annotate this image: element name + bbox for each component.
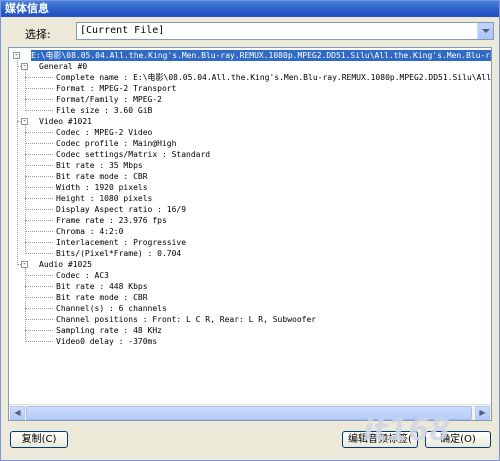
tree-leaf-item[interactable]: Display Aspect ratio : 16/9 bbox=[56, 204, 186, 215]
collapse-toggle-icon[interactable]: - bbox=[21, 118, 28, 125]
tree-connector-line bbox=[25, 143, 53, 144]
tree-leaf-item[interactable]: Channel(s) : 6 channels bbox=[56, 303, 167, 314]
tree-connector-line bbox=[25, 110, 53, 111]
tree-leaf-item[interactable]: Sampling rate : 48 KHz bbox=[56, 325, 162, 336]
tree-node[interactable]: Audio #1025 bbox=[39, 259, 92, 270]
tree-leaf-item[interactable]: Bit rate : 35 Mbps bbox=[56, 160, 143, 171]
tree-connector-line bbox=[25, 154, 53, 155]
window-title: 媒体信息 bbox=[1, 1, 499, 17]
tree-guide-line bbox=[25, 70, 26, 111]
tree-leaf-item[interactable]: File size : 3.60 GiB bbox=[56, 105, 152, 116]
tree-leaf-item[interactable]: Complete name : E:\电影\08.05.04.All.the.K… bbox=[56, 72, 491, 83]
tree-leaf-item[interactable]: Chroma : 4:2:0 bbox=[56, 226, 123, 237]
tree-leaf-item[interactable]: Bit rate : 448 Kbps bbox=[56, 281, 148, 292]
tree-node[interactable]: General #0 bbox=[39, 61, 87, 72]
media-info-tree[interactable]: E:\电影\08.05.04.All.the.King's.Men.Blu-ra… bbox=[8, 47, 492, 421]
tree-connector-line bbox=[25, 176, 53, 177]
tree-connector-line bbox=[25, 275, 53, 276]
tree-connector-line bbox=[25, 297, 53, 298]
tree-connector-line bbox=[25, 187, 53, 188]
tree-connector-line bbox=[25, 231, 53, 232]
tree-leaf-item[interactable]: Video0 delay : -370ms bbox=[56, 336, 157, 347]
tree-content: E:\电影\08.05.04.All.the.King's.Men.Blu-ra… bbox=[9, 48, 491, 404]
tree-connector-line bbox=[25, 99, 53, 100]
tree-leaf-item[interactable]: Width : 1920 pixels bbox=[56, 182, 148, 193]
collapse-toggle-icon[interactable]: - bbox=[21, 63, 28, 70]
tree-connector-line bbox=[25, 198, 53, 199]
tree-leaf-item[interactable]: Format/Family : MPEG-2 bbox=[56, 94, 162, 105]
tree-node[interactable]: Video #1021 bbox=[39, 116, 92, 127]
tree-node[interactable]: E:\电影\08.05.04.All.the.King's.Men.Blu-ra… bbox=[31, 50, 491, 61]
tree-leaf-item[interactable]: Format : MPEG-2 Transport bbox=[56, 83, 176, 94]
tree-guide-line bbox=[17, 57, 18, 265]
tree-connector-line bbox=[25, 132, 53, 133]
tree-leaf-item[interactable]: Interlacement : Progressive bbox=[56, 237, 186, 248]
tree-connector-line bbox=[25, 77, 53, 78]
tree-connector-line bbox=[25, 209, 53, 210]
copy-button[interactable]: 复制(C) bbox=[10, 431, 68, 448]
tree-leaf-item[interactable]: Frame rate : 23.976 fps bbox=[56, 215, 167, 226]
ok-button[interactable]: 确定(O) bbox=[425, 431, 491, 448]
tree-connector-line bbox=[25, 242, 53, 243]
tree-leaf-item[interactable]: Bit rate mode : CBR bbox=[56, 292, 148, 303]
tree-connector-line bbox=[25, 341, 53, 342]
tree-guide-line bbox=[25, 125, 26, 254]
tree-connector-line bbox=[25, 220, 53, 221]
tree-leaf-item[interactable]: Codec profile : Main@High bbox=[56, 138, 176, 149]
horizontal-scrollbar[interactable]: ◀ ▶ bbox=[9, 404, 491, 420]
select-label: 选择: bbox=[25, 28, 51, 41]
tree-leaf-item[interactable]: Channel positions : Front: L C R, Rear: … bbox=[56, 314, 316, 325]
file-select-combobox[interactable]: [Current File] bbox=[76, 22, 494, 40]
tree-connector-line bbox=[25, 88, 53, 89]
tree-connector-line bbox=[25, 330, 53, 331]
tree-connector-line bbox=[25, 165, 53, 166]
collapse-toggle-icon[interactable]: - bbox=[21, 261, 28, 268]
tree-leaf-item[interactable]: Bits/(Pixel*Frame) : 0.704 bbox=[56, 248, 181, 259]
tree-leaf-item[interactable]: Codec : MPEG-2 Video bbox=[56, 127, 152, 138]
file-select-value: [Current File] bbox=[80, 25, 165, 36]
scroll-right-button[interactable]: ▶ bbox=[475, 406, 490, 420]
edit-audio-tags-button[interactable]: 编辑音频标签( bbox=[342, 431, 418, 448]
tree-leaf-item[interactable]: Height : 1080 pixels bbox=[56, 193, 152, 204]
chevron-down-icon[interactable] bbox=[477, 23, 493, 39]
tree-leaf-item[interactable]: Bit rate mode : CBR bbox=[56, 171, 148, 182]
tree-connector-line bbox=[25, 319, 53, 320]
tree-connector-line bbox=[25, 286, 53, 287]
tree-connector-line bbox=[25, 253, 53, 254]
media-info-window: 媒体信息 选择: [Current File] E:\电影\08.05.04.A… bbox=[0, 0, 500, 461]
tree-connector-line bbox=[25, 308, 53, 309]
scrollbar-thumb[interactable] bbox=[26, 406, 472, 420]
tree-leaf-item[interactable]: Codec settings/Matrix : Standard bbox=[56, 149, 210, 160]
tree-leaf-item[interactable]: Codec : AC3 bbox=[56, 270, 109, 281]
tree-guide-line bbox=[25, 268, 26, 342]
scroll-left-button[interactable]: ◀ bbox=[10, 406, 25, 420]
